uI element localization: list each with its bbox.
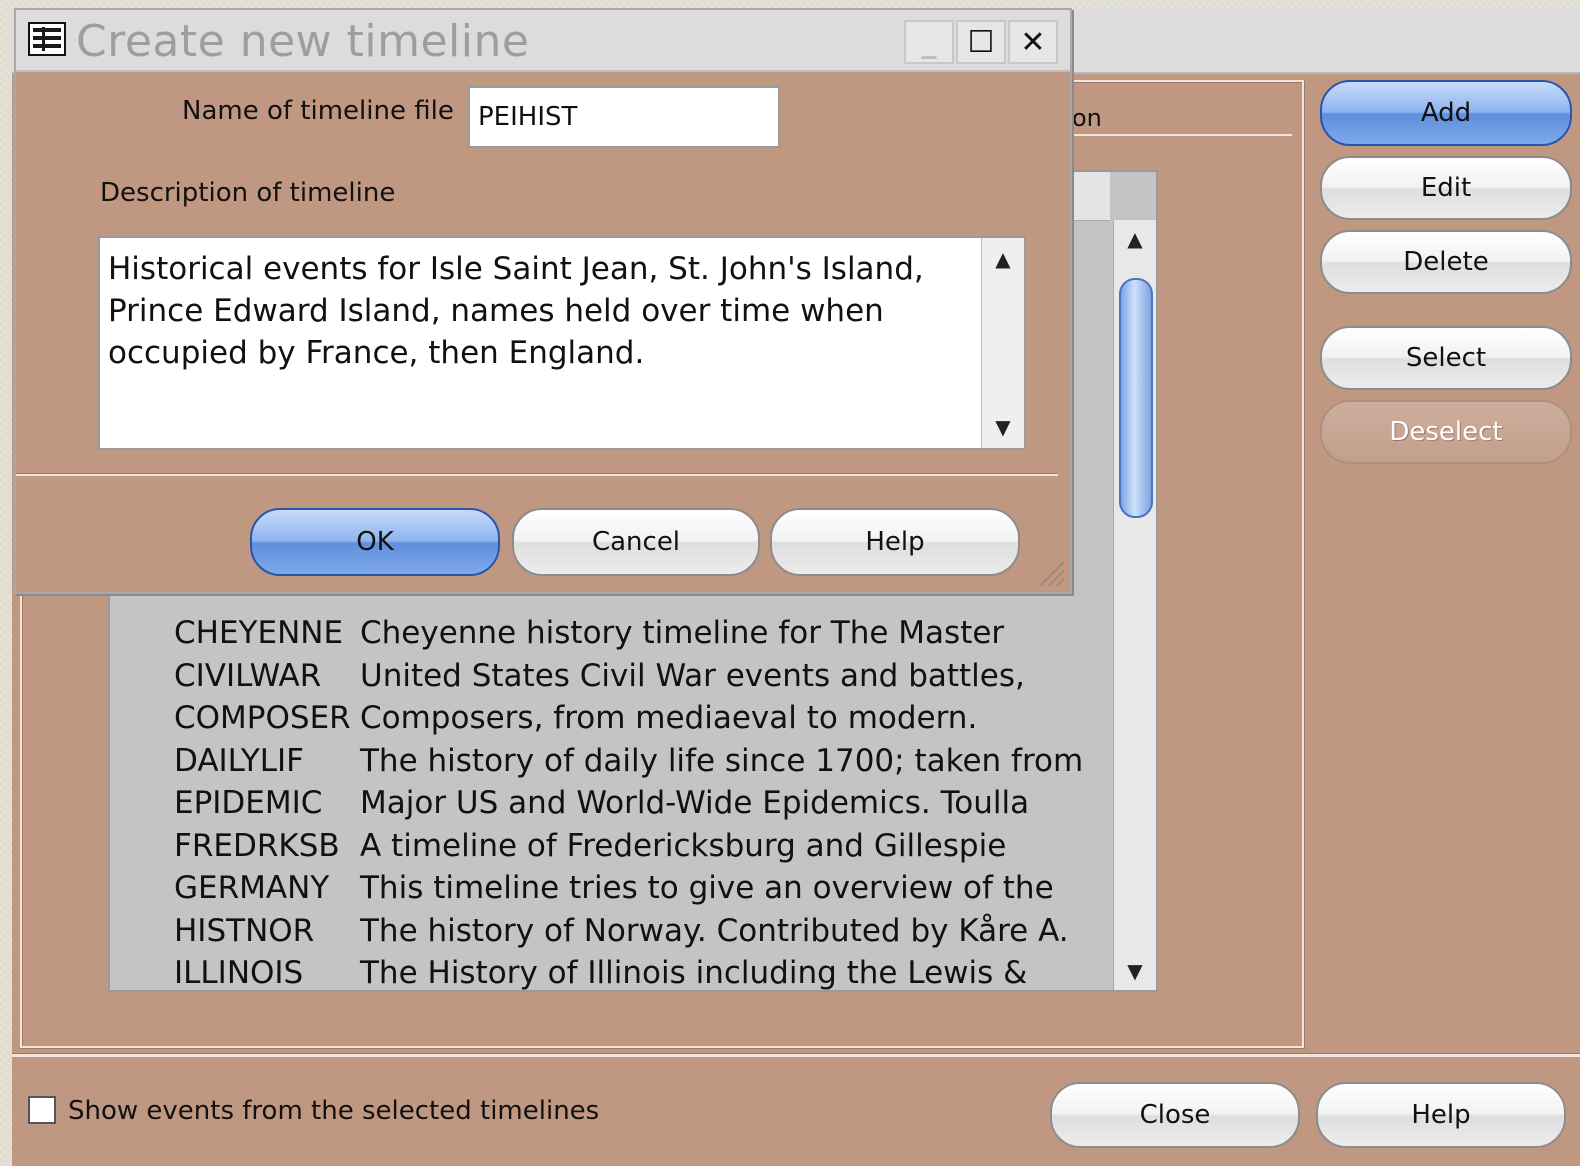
timeline-code: HISTNOR [174,912,315,949]
timeline-list-item[interactable]: COMPOSER Composers, from mediaeval to mod… [174,697,977,739]
cancel-button[interactable]: Cancel [512,508,760,576]
timeline-list-item[interactable]: CHEYENNE Cheyenne history timeline for Th… [174,612,1004,654]
table-icon [28,22,66,56]
timeline-list-item[interactable]: CIVILWAR United States Civil War events a… [174,655,1025,697]
close-button[interactable]: Close [1050,1082,1300,1148]
scroll-down-icon[interactable]: ▼ [1114,956,1156,986]
minimize-icon: _ [921,24,937,60]
timeline-list-item[interactable]: HISTNOR The history of Norway. Contribute… [174,910,1069,952]
list-column-header[interactable] [1070,172,1110,221]
list-header-partial-text: on [1072,104,1102,132]
timeline-code: GERMANY [174,870,330,906]
add-button[interactable]: Add [1320,80,1572,146]
timeline-code: CHEYENNE [174,615,344,651]
timeline-code: EPIDEMIC [174,785,323,821]
ok-button[interactable]: OK [250,508,500,576]
list-scrollbar[interactable]: ▲ ▼ [1113,220,1156,990]
timeline-description: The history of Norway. Contributed by Kå… [360,912,1069,949]
timeline-description: A timeline of Fredericksburg and Gillesp… [360,827,1007,864]
timeline-list-item[interactable]: EPIDEMIC Major US and World-Wide Epidemic… [174,782,1029,824]
bottom-separator [12,1054,1580,1057]
timeline-description: The History of Illinois including the Le… [360,955,1028,991]
timeline-code: DAILYLIF [174,742,305,779]
delete-button[interactable]: Delete [1320,230,1572,294]
timeline-name-label: Name of timeline file [182,96,454,126]
edit-button[interactable]: Edit [1320,156,1572,220]
create-timeline-dialog: Create new timeline _ ☐ ✕ Name of timeli… [14,8,1072,594]
timeline-name-input[interactable] [468,86,780,148]
minimize-button[interactable]: _ [904,20,954,64]
description-scrollbar[interactable]: ▲ ▼ [981,238,1024,448]
dialog-help-button[interactable]: Help [770,508,1020,576]
scroll-up-icon[interactable]: ▲ [1114,224,1156,254]
timeline-description: Cheyenne history timeline for The Master [360,615,1005,651]
timeline-code: CIVILWAR [174,657,322,694]
timeline-description-label: Description of timeline [100,178,396,208]
group-header-line [1060,134,1292,136]
dialog-separator [16,474,1058,476]
timeline-code: COMPOSER [174,700,351,736]
close-icon: ✕ [1020,24,1046,60]
timeline-list-item[interactable]: FREDRKSB A timeline of Fredericksburg and… [174,825,1006,867]
close-dialog-button[interactable]: ✕ [1008,20,1058,64]
resize-grip-icon[interactable] [1036,558,1064,586]
timeline-list-item[interactable]: GERMANY This timeline tries to give an ov… [174,867,1054,909]
timeline-description-text: Historical events for Isle Saint Jean, S… [108,251,924,371]
window-help-button[interactable]: Help [1316,1082,1566,1148]
dialog-title: Create new timeline [76,16,530,67]
show-events-checkbox[interactable] [28,1096,56,1124]
dialog-titlebar[interactable]: Create new timeline _ ☐ ✕ [16,10,1070,72]
timeline-code: ILLINOIS [174,955,304,991]
timeline-description-textarea[interactable]: Historical events for Isle Saint Jean, S… [98,236,1026,450]
timeline-description: Composers, from mediaeval to modern. [360,700,978,736]
maximize-icon: ☐ [967,24,995,60]
timeline-list-item[interactable]: DAILYLIF The history of daily life since … [174,740,1083,782]
select-button[interactable]: Select [1320,326,1572,390]
timeline-description: The history of daily life since 1700; ta… [360,742,1084,779]
timeline-description: This timeline tries to give an overview … [360,870,1054,906]
scroll-up-icon[interactable]: ▲ [982,244,1024,274]
scroll-down-icon[interactable]: ▼ [982,412,1024,442]
timeline-code: FREDRKSB [174,827,340,864]
show-events-label: Show events from the selected timelines [68,1096,600,1126]
list-scroll-thumb[interactable] [1119,278,1153,518]
deselect-button: Deselect [1320,400,1572,464]
timeline-list-item[interactable]: ILLINOIS The History of Illinois includin… [174,952,1027,994]
timeline-description: United States Civil War events and battl… [360,657,1025,694]
maximize-button[interactable]: ☐ [956,20,1006,64]
timeline-description: Major US and World-Wide Epidemics. Toull… [360,785,1030,821]
